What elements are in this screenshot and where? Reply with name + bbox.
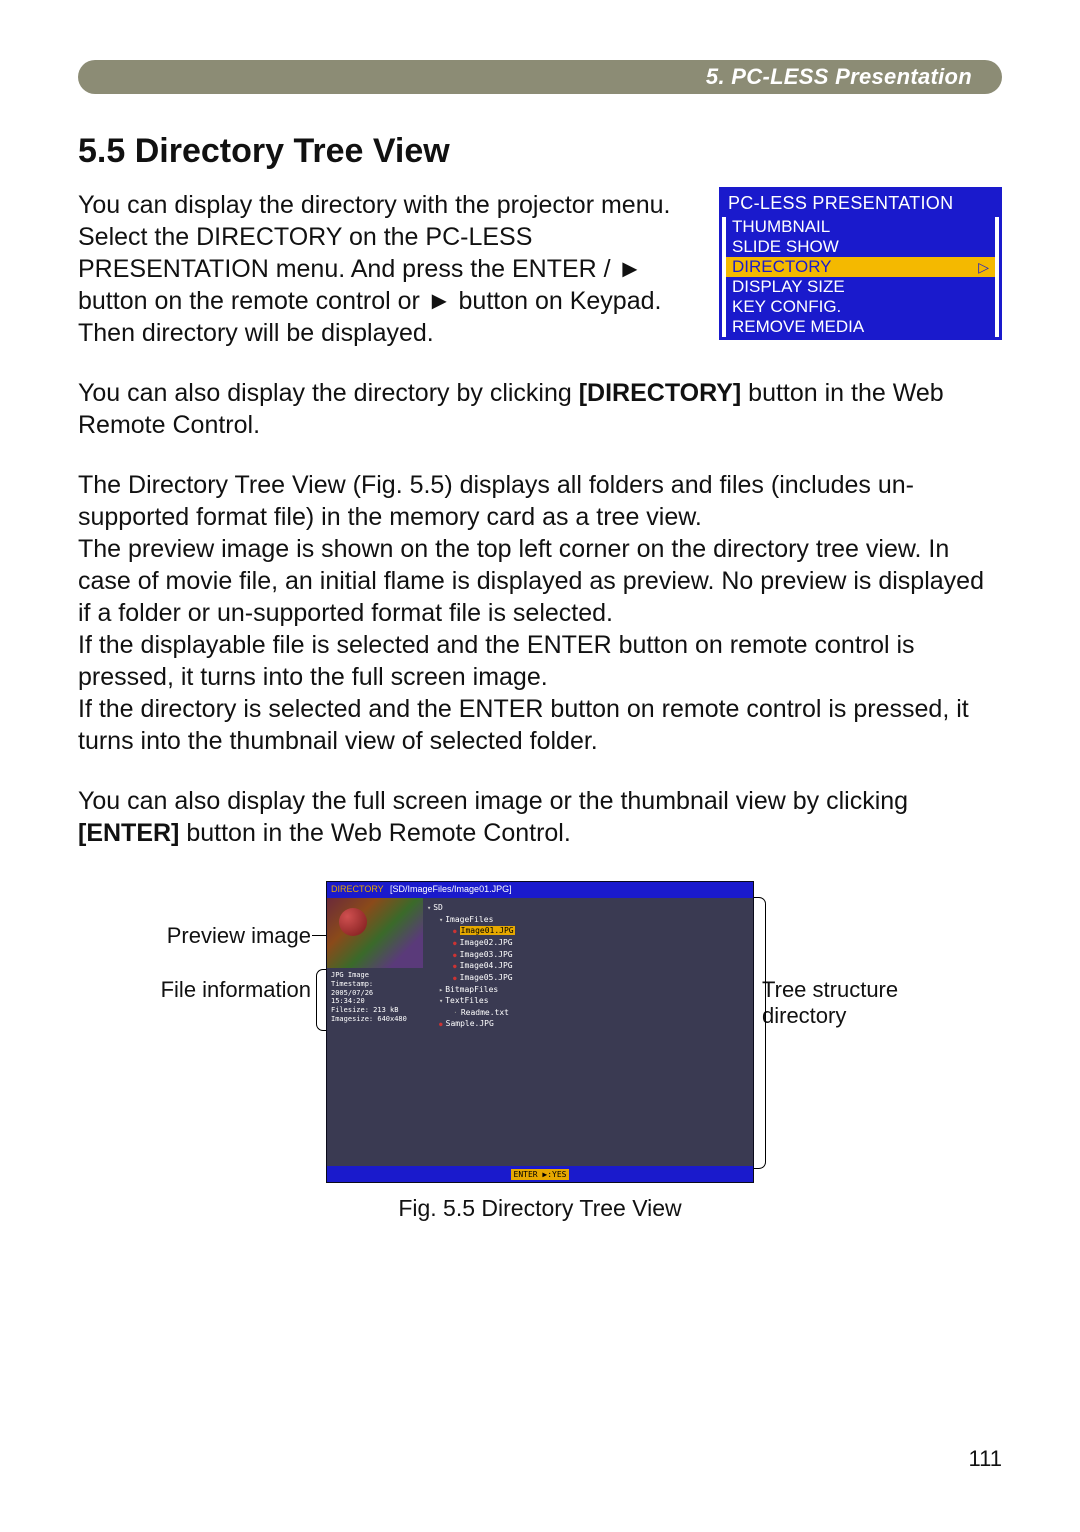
paragraph-4: The preview image is shown on the top le…: [78, 533, 1002, 629]
tree-file[interactable]: Image03.JPG: [427, 949, 749, 961]
fi-line: Timestamp:: [331, 980, 419, 989]
paragraph-7: You can also display the full screen ima…: [78, 785, 1002, 849]
enter-badge: ENTER ▶:YES: [511, 1169, 570, 1180]
tree-file-selected: Image01.JPG: [460, 926, 515, 935]
tree-file[interactable]: Image01.JPG: [427, 925, 749, 937]
tree-folder[interactable]: SD: [427, 902, 749, 914]
menu-item-thumbnail[interactable]: THUMBNAIL: [722, 217, 999, 237]
text: You can also display the directory by cl…: [78, 379, 579, 407]
section-title: 5.5 Directory Tree View: [78, 132, 1002, 171]
tree-folder[interactable]: TextFiles: [427, 995, 749, 1007]
text: You can also display the full screen ima…: [78, 787, 908, 815]
callout-fileinfo: File information: [156, 977, 311, 1003]
tree-file[interactable]: Image05.JPG: [427, 972, 749, 984]
tree-file[interactable]: Readme.txt: [427, 1007, 749, 1019]
fi-line: Filesize: 213 kB: [331, 1006, 419, 1015]
chevron-right-icon: ▷: [978, 257, 989, 277]
page: 5. PC-LESS Presentation 5.5 Directory Tr…: [0, 0, 1080, 1532]
menu-items: THUMBNAIL SLIDE SHOW DIRECTORY ▷ DISPLAY…: [722, 217, 999, 337]
enter-bold: [ENTER]: [78, 819, 179, 847]
menu-item-removemedia[interactable]: REMOVE MEDIA: [722, 317, 999, 337]
fi-line: 2005/07/26: [331, 989, 419, 998]
directory-tree-panel: SD ImageFiles Image01.JPG Image02.JPG Im…: [423, 898, 753, 1166]
chapter-header-bar: 5. PC-LESS Presentation: [78, 60, 1002, 94]
tree-file[interactable]: Sample.JPG: [427, 1018, 749, 1030]
paragraph-2: You can also display the directory by cl…: [78, 377, 1002, 441]
paragraph-3: The Directory Tree View (Fig. 5.5) displ…: [78, 469, 1002, 533]
callout-tree: Tree structure directory: [762, 977, 922, 1029]
menu-item-keyconfig[interactable]: KEY CONFIG.: [722, 297, 999, 317]
tree-folder[interactable]: BitmapFiles: [427, 984, 749, 996]
fi-line: Imagesize: 640x480: [331, 1015, 419, 1024]
directory-bottombar: ENTER ▶:YES: [327, 1166, 753, 1182]
tree-folder[interactable]: ImageFiles: [427, 914, 749, 926]
menu-item-slideshow[interactable]: SLIDE SHOW: [722, 237, 999, 257]
directory-titlebar: DIRECTORY [SD/ImageFiles/Image01.JPG]: [327, 882, 753, 898]
menu-title: PC-LESS PRESENTATION: [722, 190, 999, 217]
page-number: 111: [969, 1446, 1002, 1472]
figure-5-5: Preview image File information Tree stru…: [78, 879, 1002, 1222]
directory-body: JPG Image Timestamp: 2005/07/26 15:34:20…: [327, 898, 753, 1166]
paragraph-5: If the displayable file is selected and …: [78, 629, 1002, 693]
file-information: JPG Image Timestamp: 2005/07/26 15:34:20…: [327, 968, 423, 1027]
menu-item-directory[interactable]: DIRECTORY ▷: [722, 257, 999, 277]
menu-item-displaysize[interactable]: DISPLAY SIZE: [722, 277, 999, 297]
directory-left-panel: JPG Image Timestamp: 2005/07/26 15:34:20…: [327, 898, 423, 1166]
callout-preview: Preview image: [156, 923, 311, 949]
directory-bold: [DIRECTORY]: [579, 379, 742, 407]
dir-path: [SD/ImageFiles/Image01.JPG]: [390, 884, 512, 894]
body-text: PC-LESS PRESENTATION THUMBNAIL SLIDE SHO…: [78, 189, 1002, 849]
fi-line: 15:34:20: [331, 997, 419, 1006]
figure-caption: Fig. 5.5 Directory Tree View: [78, 1195, 1002, 1222]
pcless-menu: PC-LESS PRESENTATION THUMBNAIL SLIDE SHO…: [719, 187, 1002, 340]
directory-view-window: DIRECTORY [SD/ImageFiles/Image01.JPG] JP…: [326, 881, 754, 1183]
text: button in the Web Remote Control.: [179, 819, 570, 847]
dir-label: DIRECTORY: [331, 884, 384, 894]
chapter-title: 5. PC-LESS Presentation: [706, 64, 972, 90]
tree-file[interactable]: Image04.JPG: [427, 960, 749, 972]
figure-inner: Preview image File information Tree stru…: [326, 881, 754, 1183]
paragraph-6: If the directory is selected and the ENT…: [78, 693, 1002, 757]
menu-item-label: DIRECTORY: [732, 257, 832, 277]
tree: SD ImageFiles Image01.JPG Image02.JPG Im…: [427, 902, 749, 1030]
preview-image: [327, 898, 423, 968]
fi-line: JPG Image: [331, 971, 419, 980]
tree-file[interactable]: Image02.JPG: [427, 937, 749, 949]
